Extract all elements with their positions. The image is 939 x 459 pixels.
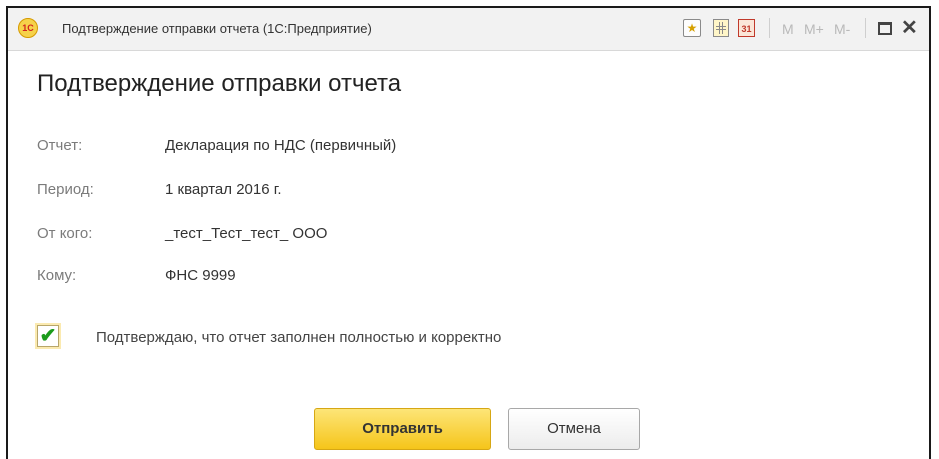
- sender-value: _тест_Тест_тест_ ООО: [165, 225, 328, 242]
- confirm-checkbox[interactable]: ✔: [37, 325, 59, 347]
- sender-label: От кого:: [37, 225, 93, 242]
- confirm-label[interactable]: Подтверждаю, что отчет заполнен полность…: [96, 329, 501, 346]
- send-button[interactable]: Отправить: [314, 408, 491, 450]
- memory-button[interactable]: M: [782, 21, 794, 37]
- report-value: Декларация по НДС (первичный): [165, 137, 397, 154]
- toolbar-divider: [769, 18, 770, 38]
- recipient-label: Кому:: [37, 267, 77, 284]
- maximize-icon[interactable]: [878, 22, 892, 35]
- recipient-value: ФНС 9999: [165, 267, 236, 284]
- period-value: 1 квартал 2016 г.: [165, 181, 282, 198]
- page-title: Подтверждение отправки отчета: [37, 70, 402, 97]
- calculator-icon[interactable]: [713, 19, 729, 37]
- report-label: Отчет:: [37, 137, 83, 154]
- dialog-window: 1С Подтверждение отправки отчета (1С:Пре…: [6, 6, 931, 459]
- memory-subtract-button[interactable]: M-: [834, 21, 850, 37]
- memory-add-button[interactable]: M+: [804, 21, 824, 37]
- close-icon[interactable]: ✕: [901, 16, 918, 40]
- window-title: Подтверждение отправки отчета (1С:Предпр…: [62, 21, 372, 36]
- calendar-icon[interactable]: 31: [738, 19, 755, 37]
- title-bar: 1С Подтверждение отправки отчета (1С:Пре…: [8, 8, 929, 51]
- 1c-logo-icon: 1С: [18, 18, 38, 38]
- period-label: Период:: [37, 181, 94, 198]
- cancel-button[interactable]: Отмена: [508, 408, 640, 450]
- star-icon[interactable]: ★: [683, 19, 701, 37]
- toolbar-divider: [865, 18, 866, 38]
